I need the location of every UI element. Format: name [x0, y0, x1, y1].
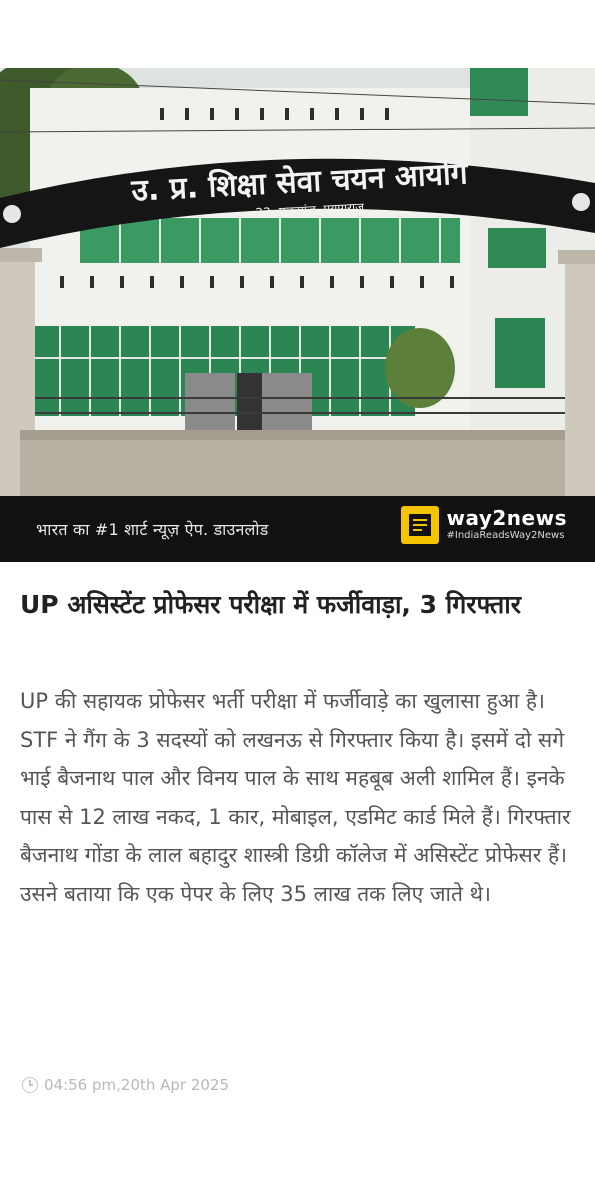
article-headline: UP असिस्टेंट प्रोफेसर परीक्षा में फर्जीव… [20, 590, 521, 619]
top-blank-area [0, 0, 595, 68]
promo-text: भारत का #1 शार्ट न्यूज़ ऐप. डाउनलोड [36, 520, 269, 539]
newspaper-icon [400, 506, 439, 544]
brand-name: way2news [446, 506, 567, 530]
way2news-brand[interactable]: way2news #IndiaReadsWay2News [400, 506, 568, 544]
article-timestamp: 04:56 pm,20th Apr 2025 [22, 1076, 229, 1094]
timestamp-text: 04:56 pm,20th Apr 2025 [44, 1076, 230, 1094]
download-promo-banner[interactable]: भारत का #1 शार्ट न्यूज़ ऐप. डाउनलोड way2… [0, 496, 595, 562]
brand-hashtag: #IndiaReadsWay2News [446, 530, 565, 541]
clock-icon [22, 1077, 38, 1093]
news-photo[interactable]: उ. प्र. शिक्षा सेवा चयन आयोग 23- एलनगंज,… [0, 68, 595, 496]
emblem-left [3, 205, 21, 223]
article-body: UP की सहायक प्रोफेसर भर्ती परीक्षा में फ… [20, 689, 571, 906]
emblem-right [572, 193, 590, 211]
